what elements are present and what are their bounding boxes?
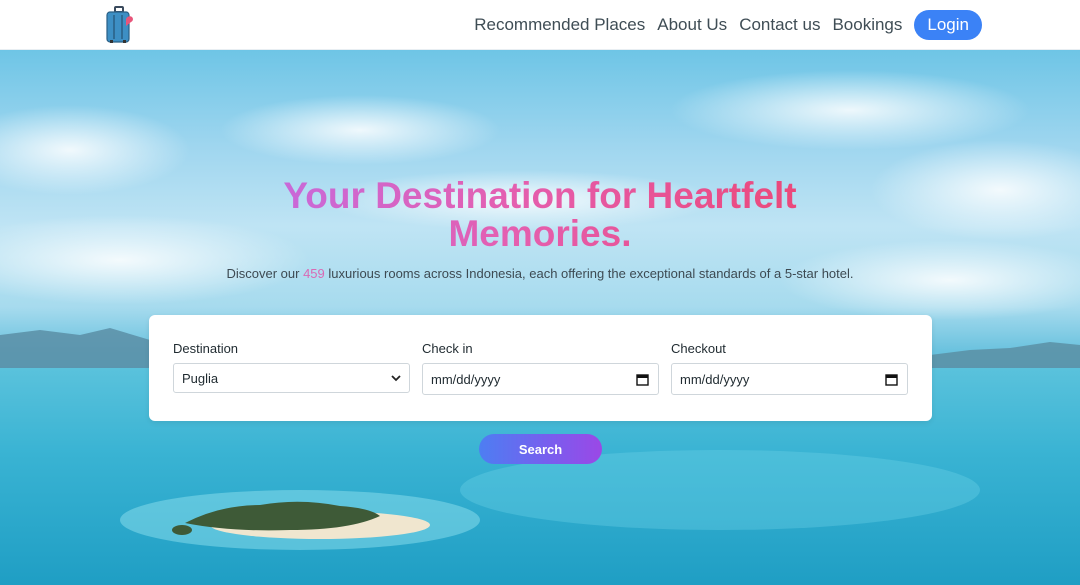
destination-value: Puglia [182, 370, 219, 386]
destination-field: Destination Puglia [173, 341, 410, 393]
destination-select[interactable]: Puglia [173, 363, 410, 393]
nav-link-recommended-places[interactable]: Recommended Places [474, 10, 645, 40]
checkout-placeholder: mm/dd/yyyy [680, 371, 750, 387]
checkin-field: Check in mm/dd/yyyy [422, 341, 659, 395]
search-card: Destination Puglia Check in mm/dd/yyyy C… [149, 315, 932, 421]
checkout-date-input[interactable]: mm/dd/yyyy [671, 363, 908, 395]
search-button[interactable]: Search [479, 434, 602, 464]
nav-link-contact-us[interactable]: Contact us [739, 10, 820, 40]
hero-subtitle: Discover our 459 luxurious rooms across … [140, 266, 940, 281]
room-count: 459 [303, 266, 325, 281]
nav-link-about-us[interactable]: About Us [657, 10, 727, 40]
subtitle-prefix: Discover our [226, 266, 304, 281]
destination-label: Destination [173, 341, 239, 356]
checkin-placeholder: mm/dd/yyyy [431, 371, 501, 387]
checkout-field: Checkout mm/dd/yyyy [671, 341, 908, 395]
checkin-label: Check in [422, 341, 473, 356]
checkin-date-input[interactable]: mm/dd/yyyy [422, 363, 659, 395]
hero-title: Your Destination for Heartfelt Memories. [240, 177, 840, 253]
login-button[interactable]: Login [914, 10, 982, 40]
nav-links: Recommended Places About Us Contact us B… [462, 10, 982, 40]
suitcase-icon[interactable] [104, 6, 134, 44]
checkout-label: Checkout [671, 341, 726, 356]
navbar: Recommended Places About Us Contact us B… [0, 0, 1080, 50]
nav-link-bookings[interactable]: Bookings [832, 10, 902, 40]
calendar-icon[interactable] [636, 373, 649, 386]
chevron-down-icon [391, 375, 401, 382]
calendar-icon[interactable] [885, 373, 898, 386]
subtitle-suffix: luxurious rooms across Indonesia, each o… [324, 266, 854, 281]
